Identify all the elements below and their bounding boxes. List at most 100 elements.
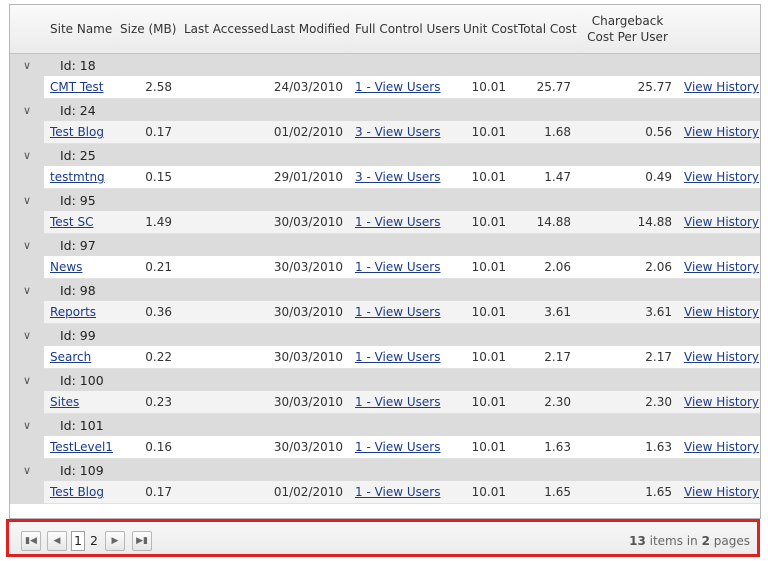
group-id-label: Id: 100 — [44, 368, 760, 391]
full-control-users-cell: 1 - View Users — [349, 211, 457, 234]
last-modified-cell: 30/03/2010 — [264, 436, 349, 459]
header-last-modified[interactable]: Last Modified — [264, 5, 350, 54]
site-name-link[interactable]: Test Blog — [50, 125, 104, 139]
site-name-link[interactable]: Test Blog — [50, 485, 104, 499]
group-indent — [10, 166, 44, 189]
view-history-link[interactable]: View History — [684, 350, 759, 364]
site-name-link[interactable]: Test SC — [50, 215, 93, 229]
pager-summary: 13 items in 2 pages — [629, 531, 750, 551]
view-history-link[interactable]: View History — [684, 305, 759, 319]
full-control-users-cell: 1 - View Users — [349, 301, 457, 324]
view-history-link[interactable]: View History — [684, 440, 759, 454]
chevron-down-icon[interactable]: ∨ — [10, 278, 44, 301]
view-history-link[interactable]: View History — [684, 485, 759, 499]
cost-per-user-cell: 1.63 — [577, 436, 678, 459]
size-cell: 0.36 — [114, 301, 178, 324]
group-id-label: Id: 97 — [44, 233, 760, 256]
view-history-link[interactable]: View History — [684, 395, 759, 409]
size-cell: 0.23 — [114, 391, 178, 414]
view-users-link[interactable]: 1 - View Users — [355, 440, 441, 454]
chevron-down-icon[interactable]: ∨ — [10, 368, 44, 391]
group-indent — [10, 391, 44, 414]
full-control-users-cell: 1 - View Users — [349, 346, 457, 369]
unit-cost-cell: 10.01 — [457, 211, 512, 234]
site-name-link[interactable]: News — [50, 260, 82, 274]
site-name-link[interactable]: TestLevel1 — [50, 440, 113, 454]
header-site-name[interactable]: Site Name — [44, 5, 114, 54]
site-name-cell: Sites — [44, 391, 114, 414]
view-history-link[interactable]: View History — [684, 125, 759, 139]
table-row: Test Blog 0.17 01/02/2010 3 - View Users 10.… — [10, 121, 760, 144]
site-name-cell: testmtng — [44, 166, 114, 189]
page-2[interactable]: 2 — [87, 531, 101, 551]
view-users-link[interactable]: 1 - View Users — [355, 260, 441, 274]
last-modified-cell: 30/03/2010 — [264, 391, 349, 414]
group-indent — [10, 256, 44, 279]
site-name-cell: Test Blog — [44, 121, 114, 144]
header-size[interactable]: Size (MB) — [114, 5, 178, 54]
header-last-accessed[interactable]: Last Accessed — [178, 5, 269, 54]
last-accessed-cell — [178, 166, 264, 189]
chevron-down-icon[interactable]: ∨ — [10, 413, 44, 436]
view-users-link[interactable]: 1 - View Users — [355, 305, 441, 319]
last-accessed-cell — [178, 301, 264, 324]
next-page-icon[interactable]: ▶ — [105, 531, 125, 551]
size-cell: 1.49 — [114, 211, 178, 234]
chevron-down-icon[interactable]: ∨ — [10, 188, 44, 211]
pages-text: pages — [713, 534, 750, 548]
header-chargeback-cost-per-user[interactable]: Chargeback Cost Per User — [577, 5, 678, 54]
group-row: ∨ Id: 25 — [10, 143, 760, 166]
last-accessed-cell — [178, 121, 264, 144]
view-users-link[interactable]: 3 - View Users — [355, 170, 441, 184]
last-accessed-cell — [178, 256, 264, 279]
view-users-link[interactable]: 1 - View Users — [355, 395, 441, 409]
total-cost-cell: 1.68 — [512, 121, 577, 144]
size-cell: 0.22 — [114, 346, 178, 369]
view-users-link[interactable]: 3 - View Users — [355, 125, 441, 139]
last-modified-cell: 29/01/2010 — [264, 166, 349, 189]
site-name-cell: TestLevel1 — [44, 436, 114, 459]
site-name-link[interactable]: Search — [50, 350, 91, 364]
total-cost-cell: 3.61 — [512, 301, 577, 324]
view-users-link[interactable]: 1 - View Users — [355, 350, 441, 364]
total-cost-cell: 1.63 — [512, 436, 577, 459]
view-history-link[interactable]: View History — [684, 215, 759, 229]
table-row: CMT Test 2.58 24/03/2010 1 - View Users 10.0… — [10, 76, 760, 99]
site-name-link[interactable]: testmtng — [50, 170, 105, 184]
last-page-icon[interactable]: ▶▮ — [132, 531, 152, 551]
chevron-down-icon[interactable]: ∨ — [10, 323, 44, 346]
unit-cost-cell: 10.01 — [457, 76, 512, 99]
view-users-link[interactable]: 1 - View Users — [355, 80, 441, 94]
item-count: 13 — [629, 534, 646, 548]
page-1[interactable]: 1 — [71, 531, 85, 551]
history-cell: View History — [678, 166, 760, 189]
site-name-cell: Reports — [44, 301, 114, 324]
chevron-down-icon[interactable]: ∨ — [10, 98, 44, 121]
chevron-down-icon[interactable]: ∨ — [10, 458, 44, 481]
header-full-control-users[interactable]: Full Control Users — [349, 5, 460, 54]
view-users-link[interactable]: 1 - View Users — [355, 485, 441, 499]
cost-per-user-cell: 2.17 — [577, 346, 678, 369]
header-total-cost[interactable]: Total Cost — [512, 5, 577, 54]
site-name-link[interactable]: CMT Test — [50, 80, 104, 94]
table-row: News 0.21 30/03/2010 1 - View Users 10.01 2.0… — [10, 256, 760, 279]
first-page-icon[interactable]: ▮◀ — [21, 531, 41, 551]
prev-page-icon[interactable]: ◀ — [47, 531, 67, 551]
view-history-link[interactable]: View History — [684, 170, 759, 184]
group-row: ∨ Id: 100 — [10, 368, 760, 391]
chevron-down-icon[interactable]: ∨ — [10, 53, 44, 76]
site-name-link[interactable]: Reports — [50, 305, 96, 319]
chevron-down-icon[interactable]: ∨ — [10, 143, 44, 166]
chevron-down-icon[interactable]: ∨ — [10, 233, 44, 256]
view-history-link[interactable]: View History — [684, 260, 759, 274]
history-cell: View History — [678, 211, 760, 234]
last-accessed-cell — [178, 346, 264, 369]
view-history-link[interactable]: View History — [684, 80, 759, 94]
header-unit-cost[interactable]: Unit Cost — [457, 5, 518, 54]
view-users-link[interactable]: 1 - View Users — [355, 215, 441, 229]
site-name-link[interactable]: Sites — [50, 395, 79, 409]
table-row: Reports 0.36 30/03/2010 1 - View Users 10.01… — [10, 301, 760, 324]
history-cell: View History — [678, 121, 760, 144]
site-name-cell: CMT Test — [44, 76, 114, 99]
group-id-label: Id: 25 — [44, 143, 760, 166]
